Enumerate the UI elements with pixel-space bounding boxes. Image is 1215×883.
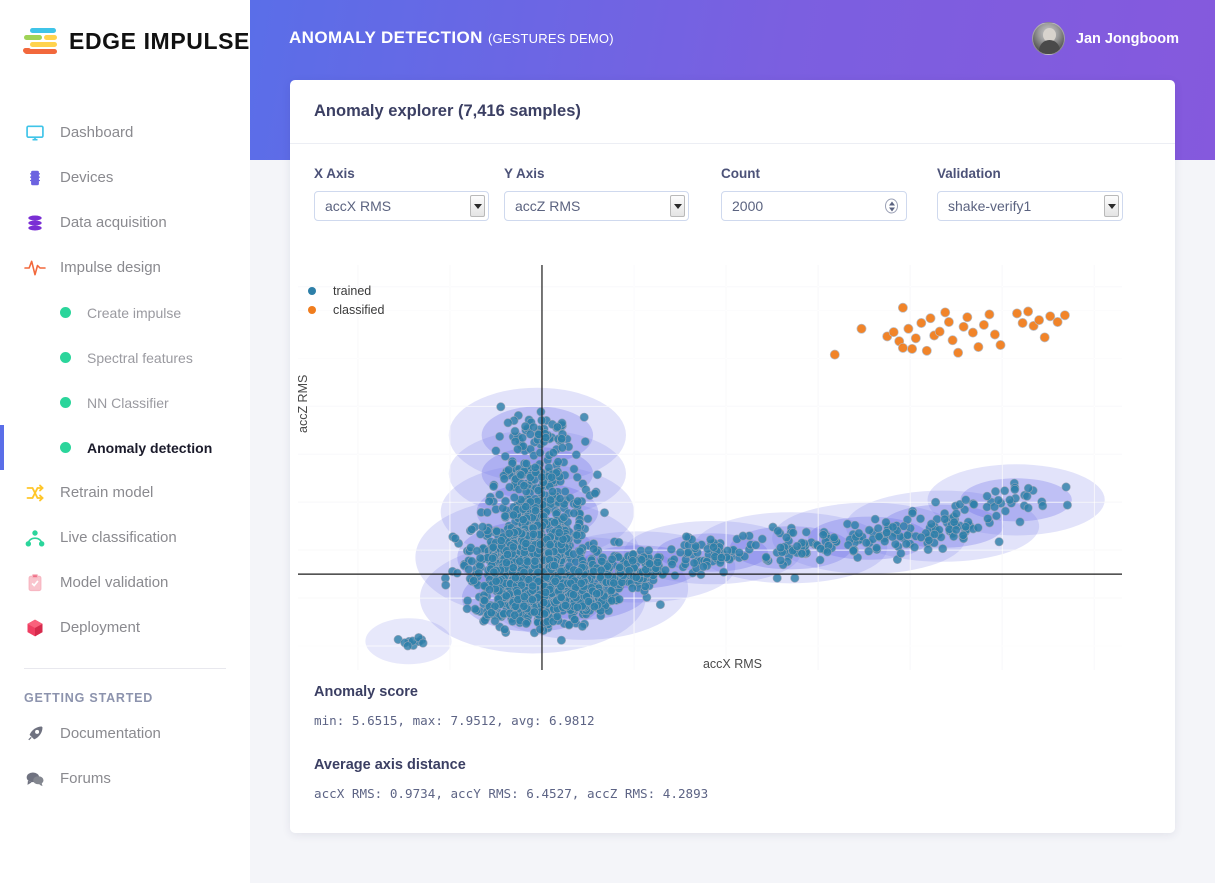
sidebar-item-model-validation[interactable]: Model validation: [0, 560, 250, 605]
sidebar-subitem-label: Spectral features: [87, 349, 193, 366]
sidebar-item-label: Deployment: [60, 619, 141, 636]
legend-label: classified: [333, 302, 385, 317]
network-icon: [24, 527, 46, 549]
count-value: 2000: [732, 198, 764, 214]
chevron-down-icon[interactable]: [1104, 195, 1119, 217]
shuffle-icon: [24, 482, 46, 504]
count-control: Count 2000: [721, 166, 937, 221]
sidebar-section-title: GETTING STARTED: [24, 691, 154, 705]
sidebar-subitem-anomaly-detection[interactable]: Anomaly detection: [0, 425, 250, 470]
sidebar-subitem-label: Create impulse: [87, 304, 182, 321]
avatar: [1031, 22, 1065, 55]
sidebar-item-label: Model validation: [60, 574, 169, 591]
sidebar-subitem-spectral-features[interactable]: Spectral features: [0, 335, 250, 380]
sidebar-item-deployment[interactable]: Deployment: [0, 605, 250, 650]
clipboard-check-icon: [24, 572, 46, 594]
x-axis-title: accX RMS: [702, 657, 763, 671]
sidebar-item-label: Live classification: [60, 529, 177, 546]
x-axis-select[interactable]: accX RMS: [314, 191, 489, 221]
status-dot-icon: [60, 397, 71, 408]
status-dot-icon: [60, 307, 71, 318]
anomaly-scatter-chart[interactable]: trained classified accZ RMS accX RMS: [290, 265, 1175, 685]
sidebar-item-dashboard[interactable]: Dashboard: [0, 110, 250, 155]
count-label: Count: [721, 166, 760, 181]
y-axis-label: Y Axis: [504, 166, 545, 181]
sidebar-divider: [24, 668, 226, 669]
y-axis-select[interactable]: accZ RMS: [504, 191, 689, 221]
count-input[interactable]: 2000: [721, 191, 907, 221]
legend-color-swatch: [308, 286, 316, 295]
rocket-icon: [24, 723, 46, 745]
sidebar-item-label: Data acquisition: [60, 214, 167, 231]
status-dot-icon: [60, 442, 71, 453]
anomaly-score-value: min: 5.6515, max: 7.9512, avg: 6.9812: [314, 713, 595, 728]
stats-section: Anomaly score min: 5.6515, max: 7.9512, …: [314, 684, 708, 801]
validation-control: Validation shake-verify1: [937, 166, 1123, 221]
pulse-icon: [24, 257, 46, 279]
sidebar-nav: Dashboard Devices Data acquisition Impul…: [0, 110, 250, 801]
chevron-down-icon[interactable]: [470, 195, 485, 217]
scatter-svg[interactable]: [298, 265, 1122, 670]
card-header: Anomaly explorer (7,416 samples): [290, 80, 1175, 144]
chart-controls: X Axis accX RMS Y Axis accZ RMS Count 20…: [290, 144, 1175, 221]
user-menu[interactable]: Jan Jongboom: [1031, 22, 1179, 55]
box-icon: [24, 617, 46, 639]
sidebar-item-forums[interactable]: Forums: [0, 756, 250, 801]
sidebar-item-label: Dashboard: [60, 124, 134, 141]
anomaly-score-heading: Anomaly score: [314, 684, 418, 700]
legend-label: trained: [333, 283, 372, 298]
page-title-sub: (GESTURES DEMO): [487, 31, 614, 46]
validation-label: Validation: [937, 166, 1001, 181]
chart-legend: trained classified: [308, 281, 384, 319]
legend-item-classified[interactable]: classified: [308, 300, 384, 319]
user-name: Jan Jongboom: [1075, 30, 1179, 47]
axis-distance-value: accX RMS: 0.9734, accY RMS: 6.4527, accZ…: [314, 786, 709, 801]
database-icon: [24, 212, 46, 234]
monitor-icon: [24, 122, 46, 144]
x-axis-label: X Axis: [314, 166, 355, 181]
validation-select[interactable]: shake-verify1: [937, 191, 1123, 221]
sidebar-subitem-create-impulse[interactable]: Create impulse: [0, 290, 250, 335]
page-title: ANOMALY DETECTION (GESTURES DEMO): [289, 28, 614, 48]
y-axis-title: accZ RMS: [296, 374, 310, 433]
validation-value: shake-verify1: [948, 198, 1032, 214]
legend-color-swatch: [308, 305, 316, 314]
legend-item-trained[interactable]: trained: [308, 281, 384, 300]
sidebar-subitem-label: NN Classifier: [87, 394, 169, 411]
chevron-down-icon[interactable]: [670, 195, 685, 217]
sidebar-item-data-acquisition[interactable]: Data acquisition: [0, 200, 250, 245]
x-axis-control: X Axis accX RMS: [314, 166, 504, 221]
sidebar-item-label: Retrain model: [60, 484, 154, 501]
plot-area[interactable]: [298, 265, 1122, 670]
chip-icon: [24, 167, 46, 189]
y-axis-value: accZ RMS: [515, 198, 581, 214]
sidebar-item-live-classification[interactable]: Live classification: [0, 515, 250, 560]
brand-name: EDGE IMPULSE: [69, 27, 251, 54]
sidebar-item-retrain-model[interactable]: Retrain model: [0, 470, 250, 515]
x-axis-value: accX RMS: [325, 198, 392, 214]
sidebar-item-label: Documentation: [60, 725, 161, 742]
sidebar-item-label: Forums: [60, 770, 111, 787]
axis-distance-heading: Average axis distance: [314, 757, 466, 773]
app-root: EDGE IMPULSE Dashboard Devices Data acqu…: [0, 0, 1215, 883]
status-dot-icon: [60, 352, 71, 363]
y-axis-control: Y Axis accZ RMS: [504, 166, 721, 221]
sidebar-item-label: Impulse design: [60, 259, 161, 276]
page-title-main: ANOMALY DETECTION: [289, 28, 483, 47]
edge-impulse-logo-icon: [23, 26, 60, 56]
sidebar: EDGE IMPULSE Dashboard Devices Data acqu…: [0, 0, 250, 883]
sidebar-subitem-label: Anomaly detection: [87, 439, 213, 456]
sidebar-item-label: Devices: [60, 169, 114, 186]
sidebar-item-impulse-design[interactable]: Impulse design: [0, 245, 250, 290]
sidebar-subitem-nn-classifier[interactable]: NN Classifier: [0, 380, 250, 425]
number-stepper-icon[interactable]: [885, 198, 898, 214]
brand-logo[interactable]: EDGE IMPULSE: [0, 0, 250, 56]
sidebar-item-devices[interactable]: Devices: [0, 155, 250, 200]
sidebar-item-documentation[interactable]: Documentation: [0, 711, 250, 756]
chat-icon: [24, 768, 46, 790]
anomaly-explorer-card: Anomaly explorer (7,416 samples) X Axis …: [290, 80, 1175, 833]
card-title: Anomaly explorer (7,416 samples): [314, 102, 581, 120]
